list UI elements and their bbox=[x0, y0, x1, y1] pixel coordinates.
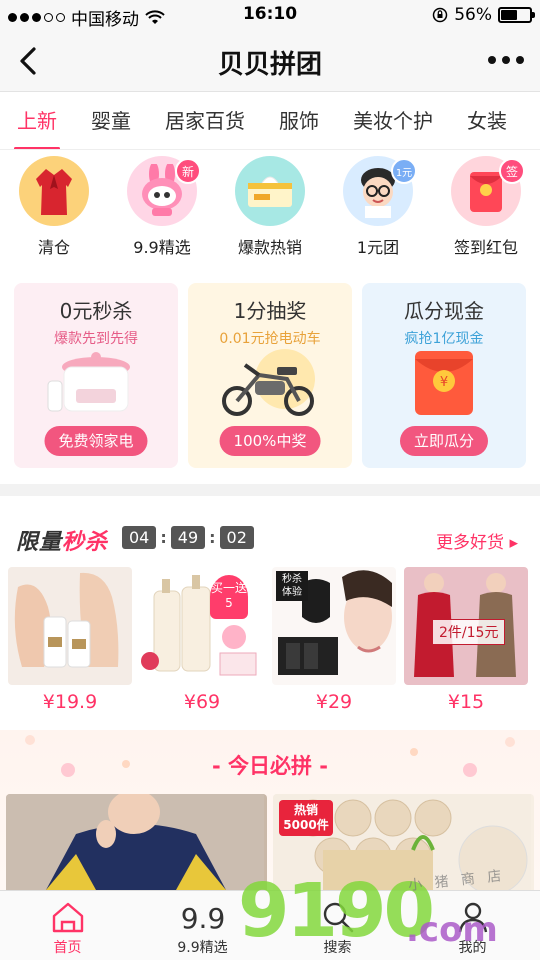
more-options-icon[interactable] bbox=[488, 56, 524, 64]
promo-title: 1分抽奖 bbox=[233, 299, 307, 323]
battery-icon bbox=[498, 7, 535, 23]
red-coat-icon bbox=[19, 156, 89, 226]
product-price: ¥29 bbox=[315, 691, 353, 713]
tab-baby[interactable]: 婴童 bbox=[74, 92, 148, 149]
tab-apparel[interactable]: 服饰 bbox=[262, 92, 336, 149]
promo-title: 瓜分现金 bbox=[404, 299, 484, 323]
tabbar-search[interactable]: 搜索 bbox=[270, 891, 405, 960]
rotation-lock-icon bbox=[432, 7, 448, 23]
page-title: 贝贝拼团 bbox=[217, 50, 322, 80]
sweater-photo-icon[interactable] bbox=[6, 794, 267, 890]
tabbar-label: 9.9精选 bbox=[177, 940, 228, 956]
one-yuan-badge: 1元 bbox=[391, 158, 417, 184]
tabbar-label: 我的 bbox=[458, 940, 487, 956]
entry-checkin-redpacket[interactable]: 签 签到红包 bbox=[432, 156, 540, 266]
bottom-tab-bar: 首页 9.9 9.9精选 搜索 我的 bbox=[0, 890, 540, 960]
promo-title: 0元秒杀 bbox=[59, 299, 133, 323]
today-section: - 今日必拼 - 热销 5000件 bbox=[0, 730, 540, 890]
tabbar-label: 首页 bbox=[53, 940, 82, 956]
entry-clearance[interactable]: 清仓 bbox=[0, 156, 108, 266]
status-bar: 中国移动 16:10 56% bbox=[0, 0, 540, 30]
checkin-badge: 签 bbox=[499, 158, 525, 184]
face-mask-icon: 秒杀 体验 bbox=[272, 567, 396, 685]
tabbar-profile[interactable]: 我的 bbox=[405, 891, 540, 960]
product-tag: 热销 5000件 bbox=[279, 800, 333, 836]
countdown-hours: 04 bbox=[122, 526, 157, 549]
profile-icon bbox=[456, 899, 490, 935]
product-card[interactable]: 秒杀 体验 ¥29 bbox=[272, 567, 396, 717]
electric-bike-icon bbox=[188, 343, 352, 423]
countdown-minutes: 49 bbox=[170, 526, 206, 549]
product-card[interactable]: 买一送5 ¥69 bbox=[140, 567, 264, 717]
split-now-button[interactable]: 立即瓜分 bbox=[399, 426, 489, 456]
nine-nine-icon: 9.9 bbox=[181, 899, 225, 935]
entry-label: 清仓 bbox=[37, 238, 70, 257]
tabbar-label: 搜索 bbox=[323, 940, 352, 956]
product-price: ¥15 bbox=[447, 691, 485, 713]
product-card[interactable]: ¥19.9 bbox=[8, 567, 132, 717]
product-tag: 买一送5 bbox=[210, 575, 248, 619]
shampoo-bottles-icon: 买一送5 bbox=[140, 567, 264, 685]
countdown-seconds: 02 bbox=[219, 526, 254, 549]
today-title: - 今日必拼 - bbox=[211, 754, 329, 778]
today-cards: 热销 5000件 bbox=[6, 794, 534, 890]
promo-split-cash[interactable]: 瓜分现金 疯抢1亿现金 ¥ 立即瓜分 bbox=[362, 283, 526, 468]
nav-bar: 贝贝拼团 bbox=[0, 30, 540, 92]
kid-glasses-icon: 1元 bbox=[343, 156, 417, 226]
tabbar-9-9-picks[interactable]: 9.9 9.9精选 bbox=[135, 891, 270, 960]
entry-label: 1元团 bbox=[356, 238, 400, 257]
lottery-win-button[interactable]: 100%中奖 bbox=[219, 426, 321, 456]
svg-text:9.9: 9.9 bbox=[181, 902, 225, 934]
tabbar-home[interactable]: 首页 bbox=[0, 891, 135, 960]
entry-label: 9.9精选 bbox=[133, 238, 191, 257]
promo-cards: 0元秒杀 爆款先到先得 免费领家电 1分抽奖 0.01元抢电动车 100%中奖 … bbox=[14, 283, 526, 468]
quick-entry-row: 清仓 新 9.9精选 爆款热销 1元 1元团 签 签到红包 bbox=[0, 156, 540, 266]
entry-label: 爆款热销 bbox=[237, 238, 302, 257]
product-tag: 秒杀 体验 bbox=[276, 571, 308, 601]
tab-new[interactable]: 上新 bbox=[0, 92, 74, 149]
tab-beauty[interactable]: 美妆个护 bbox=[336, 92, 450, 149]
promo-zero-yuan-flash[interactable]: 0元秒杀 爆款先到先得 免费领家电 bbox=[14, 283, 178, 468]
search-icon bbox=[321, 899, 355, 935]
product-tag: 2件/15元 bbox=[432, 619, 506, 645]
battery-fill bbox=[501, 10, 517, 20]
flash-title-limited: 限量 bbox=[16, 530, 63, 555]
home-icon bbox=[50, 899, 86, 935]
new-badge: 新 bbox=[175, 158, 201, 184]
entry-label: 签到红包 bbox=[453, 238, 518, 257]
flash-sale-products: ¥19.9 买一送5 ¥69 秒杀 体验 ¥29 2件/15元 ¥15 bbox=[8, 567, 540, 717]
entry-9-9-picks[interactable]: 新 9.9精选 bbox=[108, 156, 216, 266]
flash-sale-title: 限量秒杀 bbox=[16, 524, 108, 556]
promo-one-cent-lottery[interactable]: 1分抽奖 0.01元抢电动车 100%中奖 bbox=[188, 283, 352, 468]
winter-coats-icon: 2件/15元 bbox=[404, 567, 528, 685]
product-card[interactable]: 2件/15元 ¥15 bbox=[404, 567, 528, 717]
svg-text:¥: ¥ bbox=[440, 375, 448, 390]
tab-home-goods[interactable]: 居家百货 bbox=[148, 92, 262, 149]
tab-womens[interactable]: 女装 bbox=[450, 92, 524, 149]
product-price: ¥69 bbox=[183, 691, 221, 713]
bunny-mascot-icon: 新 bbox=[127, 156, 201, 226]
battery-percent: 56% bbox=[454, 5, 492, 25]
countdown-timer: 04 : 49 : 02 bbox=[122, 526, 254, 549]
entry-hot-sales[interactable]: 爆款热销 bbox=[216, 156, 324, 266]
flash-sale-header: 限量秒杀 04 : 49 : 02 更多好货 ▸ bbox=[0, 510, 540, 566]
red-envelope-icon: 签 bbox=[451, 156, 525, 226]
flash-title-kill: 秒杀 bbox=[62, 530, 109, 555]
slow-cooker-icon bbox=[14, 343, 178, 423]
toilet-paper-icon[interactable]: 热销 5000件 bbox=[273, 794, 534, 890]
tissue-box-icon bbox=[235, 156, 305, 226]
foot-cream-icon bbox=[8, 567, 132, 685]
more-goods-link[interactable]: 更多好货 ▸ bbox=[436, 528, 518, 553]
section-divider bbox=[0, 484, 540, 496]
category-tabs: 上新 婴童 居家百货 服饰 美妆个护 女装 bbox=[0, 92, 540, 150]
cash-envelope-icon: ¥ bbox=[362, 343, 526, 423]
product-price: ¥19.9 bbox=[42, 691, 98, 713]
entry-one-yuan-group[interactable]: 1元 1元团 bbox=[324, 156, 432, 266]
free-appliance-button[interactable]: 免费领家电 bbox=[44, 426, 148, 456]
